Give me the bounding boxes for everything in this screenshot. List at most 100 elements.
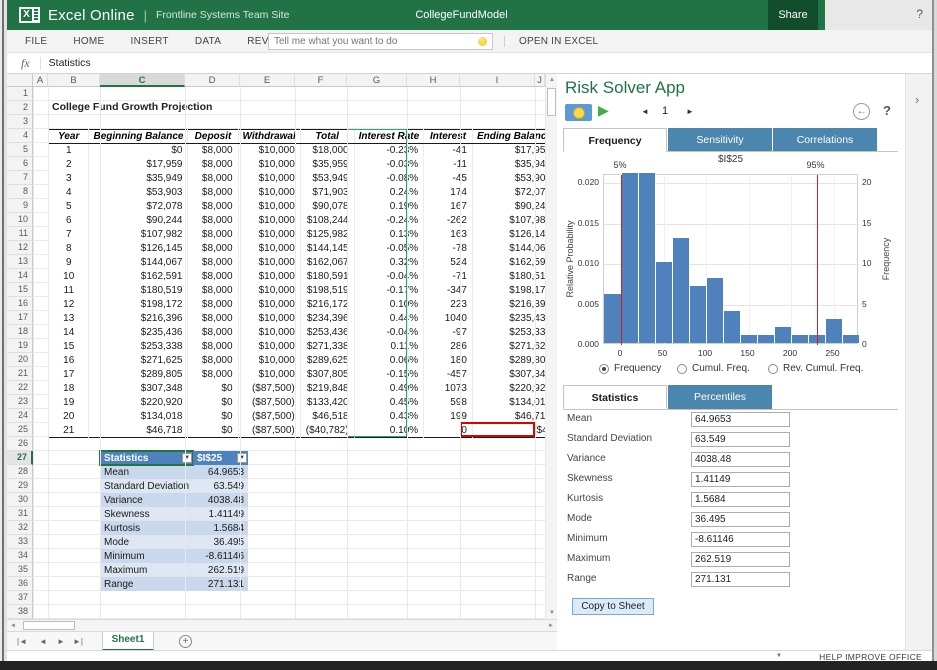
field-input-range[interactable]: 271.131 [691,572,790,587]
table-cell[interactable]: 223 [424,298,473,312]
table-cell[interactable]: 0.32% [354,256,424,270]
menu-item-file[interactable]: FILE [25,36,47,47]
row-header-12[interactable]: 12 [7,241,33,255]
stats-label-cell[interactable]: Mean [100,465,193,479]
row-header-8[interactable]: 8 [7,185,33,199]
prev-sheet-icon[interactable]: ◄ [39,637,47,646]
table-cell[interactable]: 6 [49,214,89,228]
table-cell[interactable]: 12 [49,298,89,312]
table-cell[interactable]: $17,959 [89,158,188,172]
last-sheet-icon[interactable]: ►| [73,637,83,646]
table-cell[interactable]: $220,920 [89,396,188,410]
table-cell[interactable]: $271,625 [472,340,556,354]
table-cell[interactable]: 0.10% [354,424,424,438]
table-cell[interactable]: $53,903 [472,172,556,186]
table-cell[interactable]: $8,000 [188,354,238,368]
table-cell[interactable]: $8,000 [188,340,238,354]
table-cell[interactable]: $198,519 [300,284,354,298]
row-header-19[interactable]: 19 [7,339,33,353]
row-header-23[interactable]: 23 [7,395,33,409]
table-cell[interactable]: -262 [424,214,473,228]
table-cell[interactable]: 11 [49,284,89,298]
table-cell[interactable]: 163 [424,228,473,242]
play-simulation-icon[interactable]: ▶ [598,102,609,119]
table-cell[interactable]: 1040 [424,312,473,326]
table-cell[interactable]: $220,920 [472,382,556,396]
row-header-16[interactable]: 16 [7,297,33,311]
tellme-search-input[interactable]: Tell me what you want to do [268,33,493,50]
table-cell[interactable]: $10,000 [238,186,300,200]
table-cell[interactable]: ($4) [472,424,556,438]
first-sheet-icon[interactable]: |◄ [17,637,27,646]
column-header-E[interactable]: E [240,74,295,87]
menu-item-home[interactable]: HOME [73,36,104,47]
row-header-3[interactable]: 3 [7,115,33,129]
row-header-11[interactable]: 11 [7,227,33,241]
next-trial-icon[interactable]: ► [686,107,694,116]
table-cell[interactable]: $8,000 [188,242,238,256]
scroll-up-icon[interactable]: ▲ [546,74,557,86]
table-cell[interactable]: $8,000 [188,200,238,214]
table-cell[interactable]: $0 [188,382,238,396]
field-input-standard-deviation[interactable]: 63.549 [691,432,790,447]
table-cell[interactable]: $216,172 [300,298,354,312]
row-header-22[interactable]: 22 [7,381,33,395]
table-cell[interactable]: $271,625 [89,354,188,368]
table-cell[interactable]: -97 [424,326,473,340]
table-cell[interactable]: 0.13% [354,228,424,242]
row-header-34[interactable]: 34 [7,549,33,563]
table-cell[interactable]: $72,078 [89,200,188,214]
table-cell[interactable]: 2 [49,158,89,172]
table-cell[interactable]: $107,982 [472,214,556,228]
table-cell[interactable]: $10,000 [238,312,300,326]
table-cell[interactable]: $107,982 [89,228,188,242]
table-cell[interactable]: $8,000 [188,368,238,382]
table-cell[interactable]: $271,338 [300,340,354,354]
table-cell[interactable]: 10 [49,270,89,284]
table-cell[interactable]: $35,959 [300,158,354,172]
row-header-5[interactable]: 5 [7,143,33,157]
stats-label-cell[interactable]: Range [100,577,193,591]
table-cell[interactable]: 524 [424,256,473,270]
table-cell[interactable]: $46,718 [472,410,556,424]
filter-dropdown-icon[interactable]: ▼ [237,453,247,463]
table-cell[interactable]: -41 [424,144,473,158]
row-header-25[interactable]: 25 [7,423,33,437]
table-cell[interactable]: $289,805 [472,354,556,368]
table-cell[interactable]: $198,172 [89,298,188,312]
table-cell[interactable]: 0.24% [354,186,424,200]
prev-trial-icon[interactable]: ◄ [641,107,649,116]
table-cell[interactable]: 5 [49,200,89,214]
table-cell[interactable]: -0.04% [354,270,424,284]
table-cell[interactable]: ($87,500) [238,382,300,396]
table-cell[interactable]: $10,000 [238,228,300,242]
stats-label-cell[interactable]: Minimum [100,549,193,563]
projection-header-cell[interactable]: Total [300,130,354,144]
field-input-mode[interactable]: 36.495 [691,512,790,527]
table-cell[interactable]: $10,000 [238,284,300,298]
table-cell[interactable]: 1 [49,144,89,158]
table-cell[interactable]: $253,338 [89,340,188,354]
table-cell[interactable]: -0.23% [354,144,424,158]
projection-header-cell[interactable]: Beginning Balance [89,130,188,144]
table-cell[interactable]: $289,625 [300,354,354,368]
filter-dropdown-icon[interactable]: ▼ [182,453,192,463]
row-header-27[interactable]: 27 [7,451,33,465]
field-input-skewness[interactable]: 1.41149 [691,472,790,487]
table-cell[interactable]: $307,348 [472,368,556,382]
scroll-down-icon[interactable]: ▼ [546,607,557,619]
row-header-32[interactable]: 32 [7,521,33,535]
table-cell[interactable]: -0.05% [354,242,424,256]
help-icon[interactable]: ? [916,7,923,21]
row-header-35[interactable]: 35 [7,563,33,577]
table-cell[interactable]: $144,067 [472,242,556,256]
row-header-29[interactable]: 29 [7,479,33,493]
table-cell[interactable]: -45 [424,172,473,186]
share-button[interactable]: Share [768,0,818,30]
table-cell[interactable]: $10,000 [238,340,300,354]
table-cell[interactable]: $126,145 [89,242,188,256]
table-cell[interactable]: $108,244 [300,214,354,228]
table-cell[interactable]: $10,000 [238,214,300,228]
table-cell[interactable]: 4 [49,186,89,200]
table-cell[interactable]: -0.03% [354,158,424,172]
